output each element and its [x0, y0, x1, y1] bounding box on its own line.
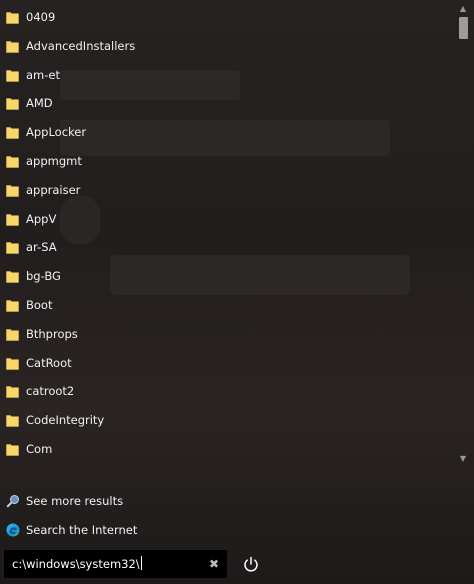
see-more-results-button[interactable]: See more results: [0, 488, 452, 514]
text-caret: [140, 556, 142, 570]
list-item-label: appraiser: [26, 182, 81, 197]
list-item-label: AppLocker: [26, 125, 87, 140]
list-item[interactable]: appraiser: [0, 176, 452, 205]
folder-icon: [6, 415, 19, 427]
list-item-label: CatRoot: [26, 355, 72, 370]
list-item[interactable]: 0409: [0, 3, 452, 32]
list-item[interactable]: am-et: [0, 61, 452, 90]
list-item-label: 0409: [26, 10, 56, 24]
list-item-label: Boot: [26, 297, 53, 312]
list-item[interactable]: Com: [0, 435, 452, 464]
list-item[interactable]: Boot: [0, 291, 452, 320]
list-item[interactable]: ar-SA: [0, 233, 452, 262]
list-item-label: AdvancedInstallers: [26, 38, 136, 53]
folder-icon: [6, 156, 19, 168]
power-icon: [244, 556, 258, 572]
list-item[interactable]: AppV: [0, 205, 452, 234]
folder-icon: [6, 328, 19, 341]
power-button[interactable]: [237, 552, 265, 578]
list-item[interactable]: catroot2: [0, 377, 452, 406]
folder-icon: [6, 300, 19, 312]
list-item-label: catroot2: [26, 384, 75, 399]
list-item[interactable]: Bthprops: [0, 320, 452, 349]
close-icon[interactable]: ✖: [209, 556, 219, 572]
search-input-value[interactable]: c:\windows\system32\: [12, 556, 142, 572]
edge-browser-icon: [6, 523, 20, 537]
scroll-thumb[interactable]: [459, 17, 468, 39]
list-item[interactable]: CodeIntegrity: [0, 406, 452, 435]
folder-icon: [6, 271, 19, 283]
search-results-panel: 0409 AdvancedInstallers am-et AMD AppLoc…: [0, 0, 474, 584]
search-internet-label: Search the Internet: [26, 523, 138, 537]
folder-icon: [6, 213, 19, 226]
list-item-label: Bthprops: [26, 326, 78, 341]
folder-icon: [6, 184, 19, 197]
list-item-label: appmgmt: [26, 153, 82, 168]
list-item-label: AppV: [26, 211, 57, 226]
scroll-down-icon[interactable]: ▼: [456, 453, 470, 465]
list-item-label: am-et: [26, 67, 60, 82]
search-internet-button[interactable]: Search the Internet: [0, 517, 452, 543]
list-item-label: Com: [26, 441, 53, 456]
scroll-up-icon[interactable]: ▲: [456, 3, 470, 15]
folder-icon: [6, 69, 19, 82]
folder-icon: [6, 127, 19, 139]
folder-icon: [6, 357, 19, 370]
results-list: 0409 AdvancedInstallers am-et AMD AppLoc…: [0, 3, 452, 464]
results-scrollbar[interactable]: ▲ ▼: [456, 3, 470, 465]
list-item[interactable]: bg-BG: [0, 262, 452, 291]
list-item[interactable]: AMD: [0, 89, 452, 118]
search-input[interactable]: c:\windows\system32\ ✖: [4, 550, 227, 578]
folder-icon: [6, 386, 19, 399]
list-item-label: CodeIntegrity: [26, 413, 105, 428]
list-item-label: AMD: [26, 96, 53, 111]
list-item[interactable]: AdvancedInstallers: [0, 32, 452, 61]
list-item[interactable]: AppLocker: [0, 118, 452, 147]
folder-icon: [6, 444, 19, 456]
search-query-text: c:\windows\system32\: [12, 557, 140, 571]
list-item-label: ar-SA: [26, 240, 57, 255]
folder-icon: [6, 242, 19, 255]
folder-icon: [6, 12, 19, 24]
folder-icon: [6, 98, 19, 111]
list-item-label: bg-BG: [26, 269, 61, 284]
list-item[interactable]: CatRoot: [0, 349, 452, 378]
folder-icon: [6, 40, 19, 53]
see-more-results-label: See more results: [26, 494, 124, 508]
list-item[interactable]: appmgmt: [0, 147, 452, 176]
search-icon: [6, 495, 19, 508]
